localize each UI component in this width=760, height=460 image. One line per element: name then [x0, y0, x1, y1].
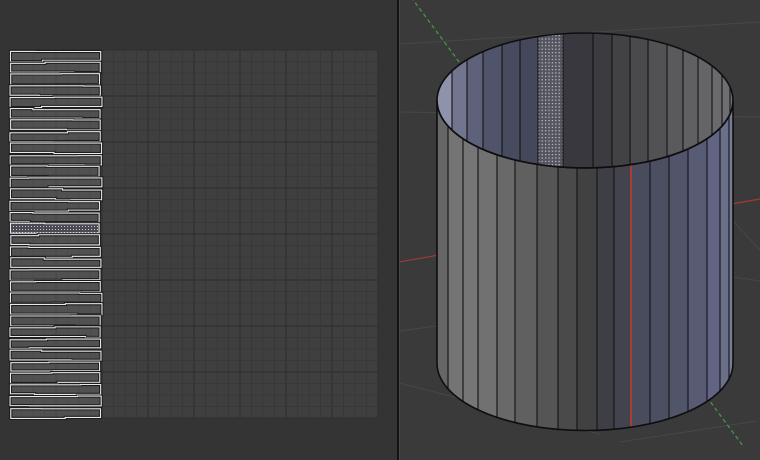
cylinder-inner-face[interactable] — [648, 31, 667, 172]
viewport-3d-panel[interactable] — [400, 0, 760, 460]
uv-face-strip-halo — [10, 327, 100, 338]
cylinder-inner-face-selected[interactable] — [538, 31, 563, 172]
cylinder-outer-face[interactable] — [448, 95, 463, 439]
cylinder-inner-face[interactable] — [667, 31, 683, 172]
uv-face-strip-halo — [10, 86, 100, 96]
uv-face-strip-halo — [10, 156, 101, 165]
cylinder-inner-face[interactable] — [593, 31, 612, 172]
uv-face-strip-halo — [11, 362, 100, 371]
viewport-3d-canvas[interactable] — [400, 0, 760, 460]
cylinder-inner-face[interactable] — [630, 31, 648, 172]
uv-face-strip-halo — [11, 166, 100, 177]
uv-island — [10, 51, 102, 418]
uv-face-strip-halo — [10, 385, 100, 395]
uv-face-strip-halo — [10, 396, 101, 406]
uv-face-strip-halo — [10, 339, 100, 348]
uv-image-editor-panel[interactable] — [0, 0, 397, 460]
cylinder-inner-face[interactable] — [563, 31, 593, 172]
uv-face-strip-halo — [11, 304, 102, 315]
uv-face-strip-selected[interactable] — [10, 223, 99, 233]
uv-face-strip-halo — [11, 281, 101, 291]
cylinder-inner-face[interactable] — [612, 31, 630, 172]
uv-editor-canvas[interactable] — [0, 0, 397, 460]
blender-window — [0, 0, 760, 460]
uv-face-strip-halo — [11, 235, 100, 245]
uv-face-strip-halo — [11, 74, 100, 85]
uv-face-strip-halo — [10, 293, 101, 303]
cylinder-inner-face[interactable] — [520, 31, 538, 172]
cylinder-outer-face[interactable] — [707, 95, 720, 439]
uv-face-strip-halo — [11, 120, 101, 130]
uv-face-strip-halo — [11, 316, 100, 326]
cylinder-inner-face[interactable] — [502, 31, 520, 172]
uv-face-strip-halo — [10, 270, 100, 281]
